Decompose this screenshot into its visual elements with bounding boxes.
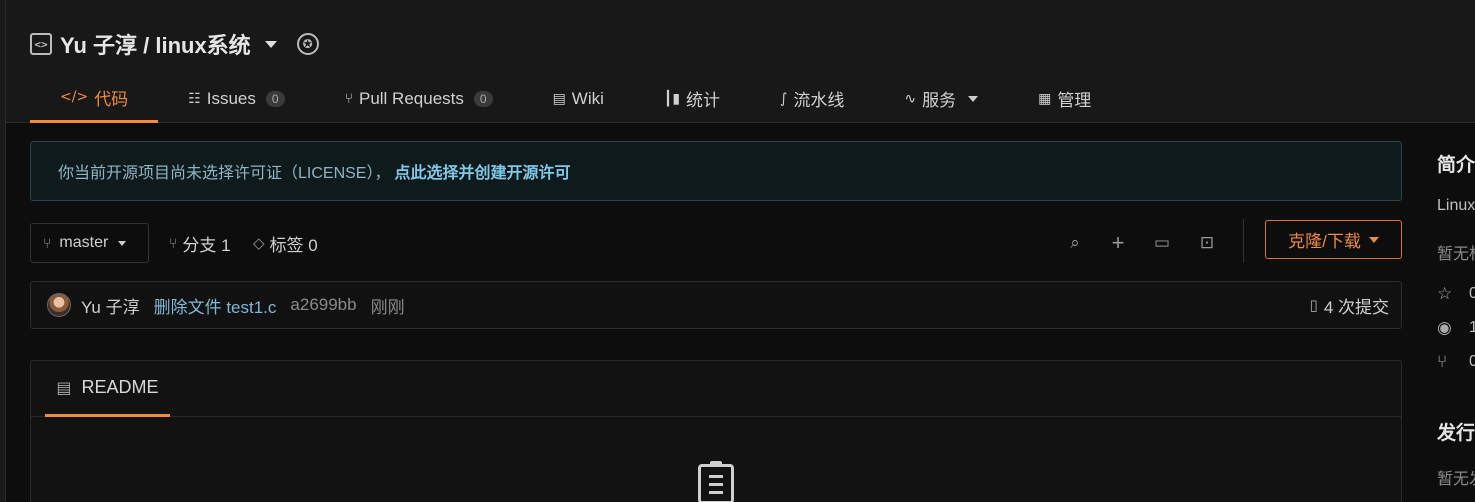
tab-label: Issues — [206, 88, 256, 108]
commit-count: 4 次提交 — [1323, 297, 1389, 317]
star-icon: ☆ — [1437, 284, 1453, 303]
commit-count-link[interactable]: ▯ 4 次提交 — [1310, 282, 1389, 328]
add-file-icon[interactable]: + — [1107, 230, 1129, 255]
commit-time: 刚刚 — [370, 297, 405, 317]
tab-label: 统计 — [686, 91, 721, 110]
commit-hash[interactable]: a2699bb — [290, 295, 356, 315]
branch-toolbar: ⑂ master ⑂ 分支 1 ◇ 标签 0 ⌕ + ▭ ⊡ 克隆/下载 — [30, 219, 1402, 263]
issues-count-badge: 0 — [265, 90, 285, 107]
pull-request-icon: ⑂ — [344, 90, 353, 107]
code-icon: </> — [60, 89, 89, 105]
wiki-icon: ▤ — [552, 90, 566, 107]
tab-pipeline[interactable]: ∫ 流水线 — [750, 74, 874, 123]
commit-author[interactable]: Yu 子淳 — [81, 293, 140, 318]
intro-empty-text: 暂无标 — [1437, 246, 1475, 263]
tab-manage[interactable]: ▦ 管理 — [1008, 74, 1121, 123]
commit-message[interactable]: 删除文件 test1.c — [154, 293, 277, 318]
document-icon: ▤ — [56, 379, 72, 397]
release-empty-text: 暂无发 — [1437, 471, 1475, 488]
commits-icon: ▯ — [1309, 297, 1318, 314]
latest-commit-bar: Yu 子淳 删除文件 test1.c a2699bb 刚刚 ▯ 4 次提交 — [30, 281, 1402, 329]
readme-tab-bar: ▤ README — [31, 361, 1401, 417]
repo-code-icon: <> — [30, 33, 52, 55]
tab-stats[interactable]: ┃▮ 统计 — [634, 74, 750, 123]
search-icon[interactable]: ⌕ — [1064, 233, 1086, 253]
intro-heading: 简介 — [1437, 155, 1475, 176]
clone-download-button[interactable]: 克隆/下载 — [1265, 220, 1402, 259]
tags-label: 标签 0 — [269, 235, 318, 255]
manage-icon: ▦ — [1038, 90, 1052, 107]
fork-count: 0 — [1469, 353, 1475, 370]
eye-icon: ◉ — [1437, 318, 1452, 337]
fork-icon: ⑂ — [1437, 352, 1448, 371]
tab-wiki[interactable]: ▤ Wiki — [523, 74, 634, 123]
tab-label: 代码 — [94, 89, 129, 109]
tab-label: 流水线 — [793, 91, 845, 110]
service-icon: ∿ — [904, 90, 917, 107]
readme-tab-label: README — [81, 377, 159, 397]
fork-stat[interactable]: ⑂ 0 — [1437, 352, 1475, 372]
readme-panel: ▤ README — [30, 360, 1402, 502]
empty-readme-icon — [698, 461, 734, 502]
watch-stat[interactable]: ◉ 1 — [1437, 318, 1475, 338]
branches-link[interactable]: ⑂ 分支 1 — [169, 223, 231, 263]
recommend-badge-icon[interactable]: ✪ — [296, 33, 319, 55]
repo-tabs: </> 代码 ☷ Issues 0 ⑂ Pull Requests 0 ▤ Wi… — [30, 74, 1121, 123]
tab-label: Pull Requests — [358, 88, 464, 108]
repo-dropdown-icon[interactable] — [264, 40, 277, 48]
tags-link[interactable]: ◇ 标签 0 — [253, 223, 318, 263]
repo-title-bar: <> Yu 子淳 / linux系统 ✪ — [30, 28, 319, 60]
tab-label: 服务 — [922, 91, 957, 110]
chevron-down-icon — [118, 240, 127, 246]
pr-count-badge: 0 — [473, 90, 493, 107]
pipeline-icon: ∫ — [780, 90, 788, 107]
branch-count-icon: ⑂ — [169, 235, 178, 251]
branch-selector[interactable]: ⑂ master — [30, 223, 149, 263]
branch-name: master — [59, 234, 109, 251]
chevron-down-icon — [968, 95, 979, 102]
license-notice: 你当前开源项目尚未选择许可证（LICENSE）， 点此选择并创建开源许可 — [30, 141, 1402, 201]
stats-icon: ┃▮ — [663, 90, 681, 107]
tab-readme[interactable]: ▤ README — [45, 361, 170, 417]
avatar[interactable] — [47, 293, 71, 317]
choose-license-link[interactable]: 点此选择并创建开源许可 — [394, 159, 570, 183]
repo-name[interactable]: Yu 子淳 / linux系统 — [60, 28, 251, 60]
tab-label: 管理 — [1057, 91, 1092, 110]
chevron-down-icon — [1368, 236, 1379, 243]
tag-icon: ◇ — [253, 235, 265, 252]
star-count: 0 — [1469, 285, 1475, 302]
web-ide-icon[interactable]: ▭ — [1151, 233, 1173, 253]
tab-label: Wiki — [571, 88, 604, 108]
release-heading: 发行 — [1437, 423, 1475, 444]
repo-header: <> Yu 子淳 / linux系统 ✪ </> 代码 ☷ Issues 0 ⑂… — [6, 0, 1475, 123]
branches-label: 分支 1 — [182, 235, 231, 255]
star-stat[interactable]: ☆ 0 — [1437, 284, 1475, 304]
tab-pull-requests[interactable]: ⑂ Pull Requests 0 — [315, 74, 523, 123]
issues-icon: ☷ — [188, 90, 201, 107]
tab-code[interactable]: </> 代码 — [30, 74, 159, 123]
clone-label: 克隆/下载 — [1288, 232, 1361, 251]
tab-services[interactable]: ∿ 服务 — [874, 74, 1008, 123]
branch-icon: ⑂ — [43, 235, 52, 251]
watch-count: 1 — [1469, 319, 1475, 336]
terminal-icon[interactable]: ⊡ — [1196, 233, 1218, 253]
intro-text: Linux — [1437, 197, 1475, 214]
tab-issues[interactable]: ☷ Issues 0 — [158, 74, 314, 123]
license-notice-text: 你当前开源项目尚未选择许可证（LICENSE）， — [58, 165, 391, 182]
toolbar-divider — [1243, 219, 1244, 263]
